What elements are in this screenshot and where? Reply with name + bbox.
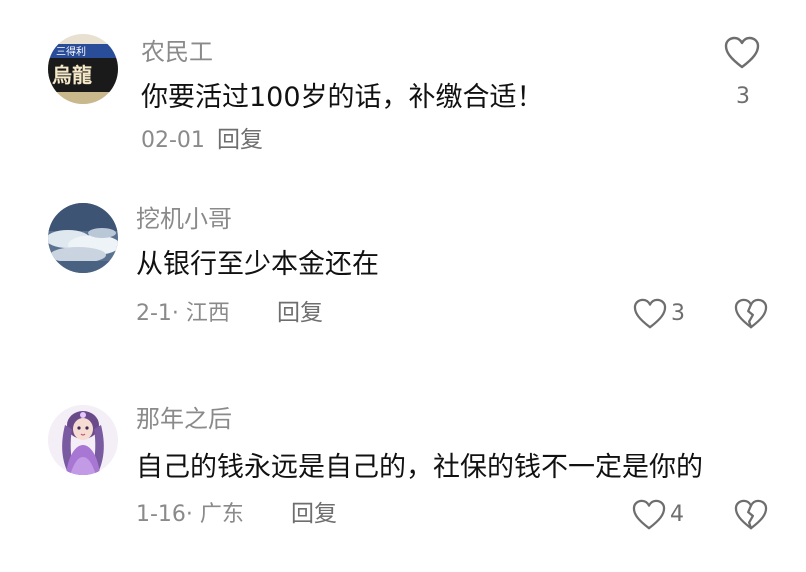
like-count: 4: [670, 502, 684, 527]
username[interactable]: 那年之后: [136, 407, 232, 431]
heart-outline-icon: [632, 499, 666, 530]
like-button[interactable]: [633, 298, 667, 330]
avatar-image: 三得利 烏龍: [48, 34, 118, 104]
heart-outline-icon: [633, 298, 667, 329]
like-count: 3: [736, 84, 750, 109]
avatar-product-text: 烏龍: [52, 63, 92, 87]
comment-text: 你要活过100岁的话，补缴合适！: [141, 82, 544, 113]
comment-date: 02-01: [141, 128, 205, 153]
comment-item: 三得利 烏龍 农民工 你要活过100岁的话，补缴合适！ 02-01 回复 3: [0, 0, 806, 175]
username[interactable]: 农民工: [141, 40, 213, 64]
like-count: 3: [671, 301, 685, 326]
avatar[interactable]: 三得利 烏龍: [48, 34, 118, 104]
dislike-button[interactable]: [734, 499, 768, 531]
comment-text: 从银行至少本金还在: [136, 249, 379, 280]
heart-outline-icon: [724, 36, 760, 69]
comment-item: 挖机小哥 从银行至少本金还在 2-1· 江西 回复 3: [0, 175, 806, 375]
comment-date-location: 1-16· 广东: [136, 502, 244, 527]
avatar-brand-text: 三得利: [56, 46, 86, 58]
avatar-image: [48, 405, 118, 475]
dislike-button[interactable]: [734, 298, 768, 330]
username[interactable]: 挖机小哥: [136, 207, 232, 231]
broken-heart-icon: [734, 298, 768, 329]
avatar-image: [48, 203, 118, 273]
avatar[interactable]: [48, 203, 118, 273]
like-button[interactable]: [632, 499, 666, 531]
comment-text: 自己的钱永远是自己的，社保的钱不一定是你的: [136, 452, 703, 483]
avatar[interactable]: [48, 405, 118, 475]
comment-item: 那年之后 自己的钱永远是自己的，社保的钱不一定是你的 1-16· 广东 回复 4: [0, 375, 806, 572]
reply-button[interactable]: 回复: [277, 302, 323, 325]
reply-button[interactable]: 回复: [291, 503, 337, 526]
comment-date-location: 2-1· 江西: [136, 301, 230, 326]
comment-list: 三得利 烏龍 农民工 你要活过100岁的话，补缴合适！ 02-01 回复 3 挖…: [0, 0, 806, 572]
reply-button[interactable]: 回复: [217, 129, 263, 152]
like-button[interactable]: [724, 36, 760, 70]
broken-heart-icon: [734, 499, 768, 530]
